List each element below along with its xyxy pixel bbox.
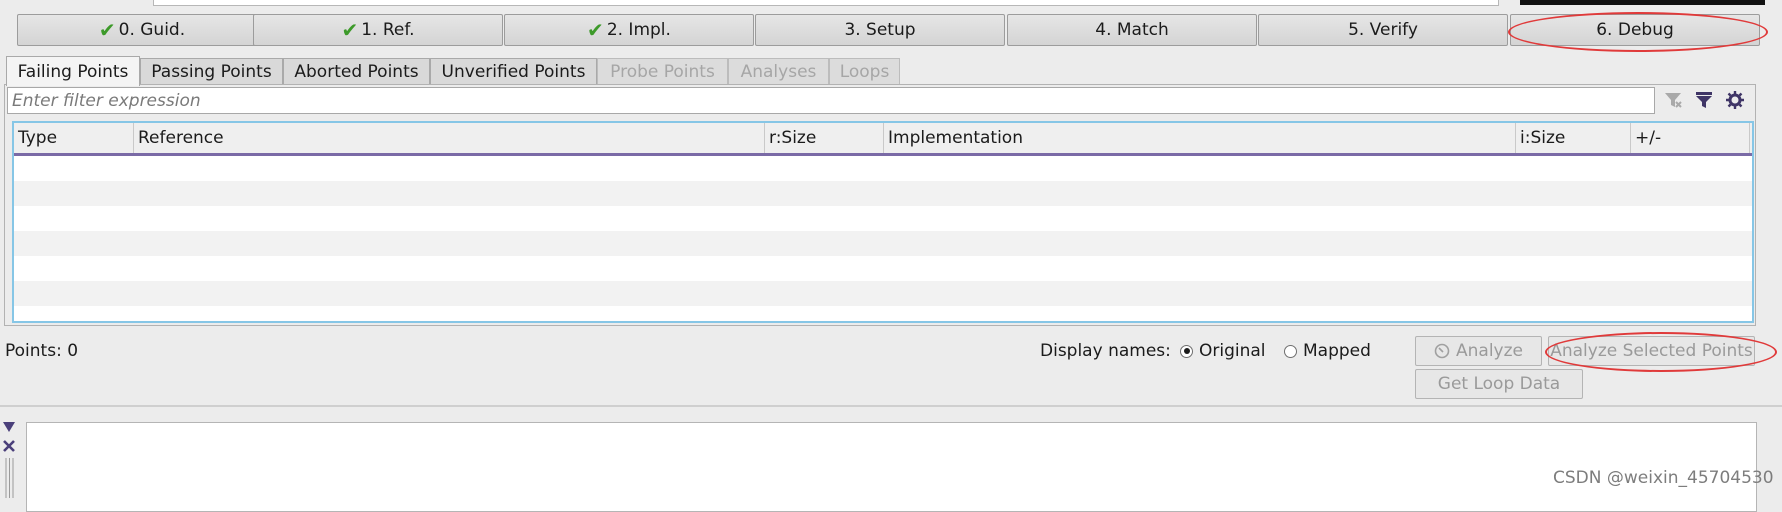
- tab-failing-points[interactable]: Failing Points: [6, 56, 140, 86]
- step-verify-button[interactable]: 5. Verify: [1258, 14, 1508, 46]
- filter-input[interactable]: Enter filter expression: [7, 87, 1655, 114]
- column-header-type[interactable]: Type: [14, 123, 134, 153]
- column-header-implementation[interactable]: Implementation: [884, 123, 1516, 153]
- tab-unverified-points[interactable]: Unverified Points: [430, 58, 597, 84]
- radio-original[interactable]: Original: [1180, 341, 1266, 361]
- column-label: Reference: [138, 128, 224, 148]
- get-loop-data-label: Get Loop Data: [1437, 374, 1561, 394]
- column-label: r:Size: [769, 128, 817, 148]
- column-label: +/-: [1635, 128, 1662, 148]
- step-label: 0. Guid.: [118, 20, 186, 40]
- column-label: Implementation: [888, 128, 1023, 148]
- tab-label: Analyses: [740, 61, 817, 82]
- tab-passing-points[interactable]: Passing Points: [140, 58, 283, 84]
- tab-analyses: Analyses: [728, 58, 829, 84]
- radio-button[interactable]: [1284, 344, 1297, 358]
- radio-dot: [1183, 348, 1190, 354]
- step-label: 5. Verify: [1348, 20, 1418, 40]
- collapse-icon[interactable]: [2, 418, 16, 438]
- annotation-ellipse-analyze-selected: [1545, 332, 1777, 372]
- tab-label: Unverified Points: [441, 61, 586, 82]
- filter-settings-icon[interactable]: [1724, 89, 1746, 111]
- analyze-label: Analyze: [1456, 341, 1523, 361]
- analyze-button[interactable]: Analyze: [1415, 336, 1542, 366]
- table-row-empty: [14, 281, 1752, 306]
- tab-probe-points: Probe Points: [597, 58, 728, 84]
- step-label: 3. Setup: [844, 20, 916, 40]
- tab-label: Aborted Points: [294, 61, 419, 82]
- console-output-pane[interactable]: [26, 422, 1757, 512]
- radio-mapped[interactable]: Mapped: [1284, 341, 1371, 361]
- top-status-bar: [1520, 0, 1765, 5]
- step-reference-button[interactable]: ✔ 1. Ref.: [253, 14, 503, 46]
- drag-handle-icon[interactable]: [5, 458, 14, 498]
- points-count: Points: 0: [5, 341, 79, 361]
- apply-filter-icon[interactable]: [1693, 89, 1715, 111]
- table-header: Type Reference r:Size Implementation i:S…: [14, 123, 1752, 156]
- check-icon: ✔: [98, 18, 116, 42]
- filter-placeholder: Enter filter expression: [12, 90, 201, 111]
- step-label: 1. Ref.: [361, 20, 415, 40]
- tab-label: Probe Points: [610, 61, 715, 82]
- analyze-icon: [1434, 343, 1450, 359]
- top-path-field[interactable]: [153, 0, 1499, 6]
- column-header-r-size[interactable]: r:Size: [765, 123, 884, 153]
- watermark: CSDN @weixin_45704530: [1553, 468, 1774, 488]
- column-label: Type: [18, 128, 58, 148]
- column-header-diff[interactable]: +/-: [1631, 123, 1750, 153]
- column-header-reference[interactable]: Reference: [134, 123, 765, 153]
- radio-button[interactable]: [1180, 344, 1193, 358]
- pane-separator[interactable]: [0, 405, 1782, 407]
- step-label: 2. Impl.: [606, 20, 671, 40]
- radio-label: Original: [1199, 341, 1266, 361]
- tab-loops: Loops: [829, 58, 900, 84]
- tab-label: Loops: [839, 61, 890, 82]
- step-setup-button[interactable]: 3. Setup: [755, 14, 1005, 46]
- get-loop-data-button[interactable]: Get Loop Data: [1415, 369, 1583, 399]
- table-row-empty: [14, 181, 1752, 206]
- table-row-empty: [14, 156, 1752, 181]
- check-icon: ✔: [341, 18, 359, 42]
- table-row-empty: [14, 256, 1752, 281]
- annotation-ellipse-debug: [1508, 12, 1768, 52]
- step-match-button[interactable]: 4. Match: [1007, 14, 1257, 46]
- tab-aborted-points[interactable]: Aborted Points: [283, 58, 430, 84]
- column-label: i:Size: [1520, 128, 1566, 148]
- table-row-empty: [14, 206, 1752, 231]
- results-table[interactable]: Type Reference r:Size Implementation i:S…: [12, 121, 1754, 323]
- step-implementation-button[interactable]: ✔ 2. Impl.: [504, 14, 754, 46]
- tab-label: Passing Points: [151, 61, 272, 82]
- step-guidance-button[interactable]: ✔ 0. Guid.: [17, 14, 267, 46]
- check-icon: ✔: [587, 18, 604, 42]
- close-icon[interactable]: [2, 438, 16, 458]
- column-header-i-size[interactable]: i:Size: [1516, 123, 1631, 153]
- table-row-empty: [14, 231, 1752, 256]
- display-names-label: Display names:: [1040, 341, 1171, 361]
- clear-filter-icon[interactable]: [1662, 89, 1684, 111]
- tab-label: Failing Points: [17, 61, 129, 82]
- radio-label: Mapped: [1303, 341, 1371, 361]
- step-label: 4. Match: [1095, 20, 1169, 40]
